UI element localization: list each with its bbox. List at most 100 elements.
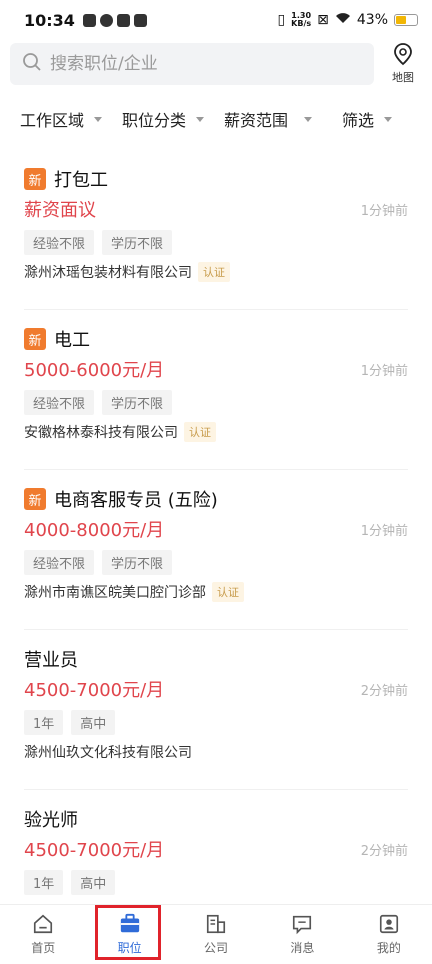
job-posted-time: 2分钟前	[360, 684, 408, 699]
map-label: 地图	[392, 71, 414, 84]
speed-unit: KB/s	[291, 19, 312, 28]
filter-bar: 工作区域 职位分类 薪资范围 筛选	[0, 98, 432, 140]
job-card[interactable]: 新 电工 5000-6000元/月 1分钟前 经验不限 学历不限 安徽格林泰科技…	[24, 310, 408, 470]
tab-label: 首页	[31, 941, 56, 955]
company-name: 安徽格林泰科技有限公司	[24, 425, 178, 441]
status-time: 10:34	[24, 10, 75, 30]
filter-work-area[interactable]: 工作区域	[20, 107, 103, 131]
search-box[interactable]	[10, 43, 374, 85]
selection-highlight	[95, 905, 161, 960]
job-tag: 学历不限	[102, 550, 173, 575]
job-posted-time: 1分钟前	[360, 204, 408, 219]
job-tag: 经验不限	[24, 390, 95, 415]
tab-profile[interactable]: 我的	[346, 905, 432, 964]
search-row: 地图	[0, 42, 432, 90]
verified-badge: 认证	[212, 582, 244, 602]
filter-job-category[interactable]: 职位分类	[122, 107, 205, 131]
new-badge: 新	[24, 488, 46, 510]
job-tag: 1年	[24, 710, 64, 735]
company-row: 滁州沐瑶包装材料有限公司 认证	[24, 262, 230, 282]
job-card[interactable]: 新 电商客服专员 (五险) 4000-8000元/月 1分钟前 经验不限 学历不…	[24, 470, 408, 630]
dropdown-caret-icon	[94, 116, 103, 122]
tab-company[interactable]: 公司	[173, 905, 259, 964]
dropdown-caret-icon	[196, 116, 205, 122]
notification-icon	[82, 13, 96, 27]
tab-label: 公司	[204, 941, 229, 955]
job-posted-time: 2分钟前	[360, 844, 408, 859]
job-tags: 1年 高中	[24, 710, 116, 735]
tab-label: 消息	[290, 941, 315, 955]
search-icon	[22, 52, 42, 76]
job-title-row: 新 打包工	[24, 166, 108, 192]
job-title-row: 营业员	[24, 646, 78, 672]
tab-label: 我的	[376, 941, 401, 955]
notification-icons	[82, 13, 147, 27]
tab-home[interactable]: 首页	[0, 905, 86, 964]
job-card[interactable]: 新 打包工 薪资面议 1分钟前 经验不限 学历不限 滁州沐瑶包装材料有限公司 认…	[24, 150, 408, 310]
job-tags: 经验不限 学历不限	[24, 390, 173, 415]
company-name: 滁州仙玖文化科技有限公司	[24, 745, 192, 761]
sim-icon: ⊠	[317, 12, 329, 28]
dropdown-caret-icon	[384, 116, 393, 122]
company-name: 滁州沐瑶包装材料有限公司	[24, 265, 192, 281]
wifi-icon	[335, 12, 351, 28]
job-title-row: 新 电商客服专员 (五险)	[24, 486, 218, 512]
status-bar: 10:34 ▯ 1.30 KB/s ⊠ 43%	[0, 0, 432, 40]
job-tag: 学历不限	[102, 230, 173, 255]
verified-badge: 认证	[184, 422, 216, 442]
job-salary: 薪资面议	[24, 200, 96, 221]
job-salary: 5000-6000元/月	[24, 360, 165, 381]
company-row: 滁州市南谯区皖美口腔门诊部 认证	[24, 582, 244, 602]
job-posted-time: 1分钟前	[360, 524, 408, 539]
job-card[interactable]: 营业员 4500-7000元/月 2分钟前 1年 高中 滁州仙玖文化科技有限公司	[24, 630, 408, 790]
job-title: 验光师	[24, 810, 78, 831]
status-right: ▯ 1.30 KB/s ⊠ 43%	[277, 12, 418, 28]
job-list: 新 打包工 薪资面议 1分钟前 经验不限 学历不限 滁州沐瑶包装材料有限公司 认…	[0, 150, 432, 950]
job-title: 营业员	[24, 650, 78, 671]
new-badge: 新	[24, 328, 46, 350]
bottom-tab-bar: 首页 职位 公司 消息 我的	[0, 904, 432, 964]
notification-icon	[133, 13, 147, 27]
company-row: 滁州仙玖文化科技有限公司	[24, 742, 192, 762]
home-icon	[34, 914, 53, 934]
notification-icon	[116, 13, 130, 27]
notification-icon	[99, 13, 113, 27]
search-input[interactable]	[50, 54, 350, 74]
dropdown-caret-icon	[304, 116, 313, 122]
job-title: 打包工	[54, 170, 108, 191]
new-badge: 新	[24, 168, 46, 190]
filter-label: 职位分类	[122, 111, 187, 130]
job-tag: 经验不限	[24, 550, 95, 575]
filter-more[interactable]: 筛选	[342, 107, 393, 131]
filter-label: 筛选	[342, 111, 375, 130]
battery-icon	[394, 14, 418, 26]
building-icon	[206, 914, 226, 934]
verified-badge: 认证	[198, 262, 230, 282]
job-tag: 高中	[71, 870, 116, 895]
filter-salary-range[interactable]: 薪资范围	[224, 107, 313, 131]
network-speed: 1.30 KB/s	[291, 12, 311, 28]
job-tag: 高中	[71, 710, 116, 735]
map-button[interactable]: 地图	[382, 42, 424, 86]
job-tags: 经验不限 学历不限	[24, 230, 173, 255]
company-row: 安徽格林泰科技有限公司 认证	[24, 422, 216, 442]
job-posted-time: 1分钟前	[360, 364, 408, 379]
filter-label: 薪资范围	[224, 111, 289, 130]
job-title: 电商客服专员 (五险)	[54, 490, 218, 511]
map-pin-icon	[393, 42, 413, 69]
job-tags: 1年 高中	[24, 870, 116, 895]
job-salary: 4500-7000元/月	[24, 680, 165, 701]
job-tag: 学历不限	[102, 390, 173, 415]
tab-messages[interactable]: 消息	[259, 905, 345, 964]
filter-label: 工作区域	[20, 111, 85, 130]
company-name: 滁州市南谯区皖美口腔门诊部	[24, 585, 206, 601]
battery-percent: 43%	[356, 12, 388, 28]
job-salary: 4000-8000元/月	[24, 520, 165, 541]
job-title-row: 新 电工	[24, 326, 90, 352]
job-tag: 1年	[24, 870, 64, 895]
vibrate-icon: ▯	[277, 12, 286, 28]
job-title-row: 验光师	[24, 806, 78, 832]
job-tag: 经验不限	[24, 230, 95, 255]
job-tags: 经验不限 学历不限	[24, 550, 173, 575]
job-title: 电工	[54, 330, 90, 351]
